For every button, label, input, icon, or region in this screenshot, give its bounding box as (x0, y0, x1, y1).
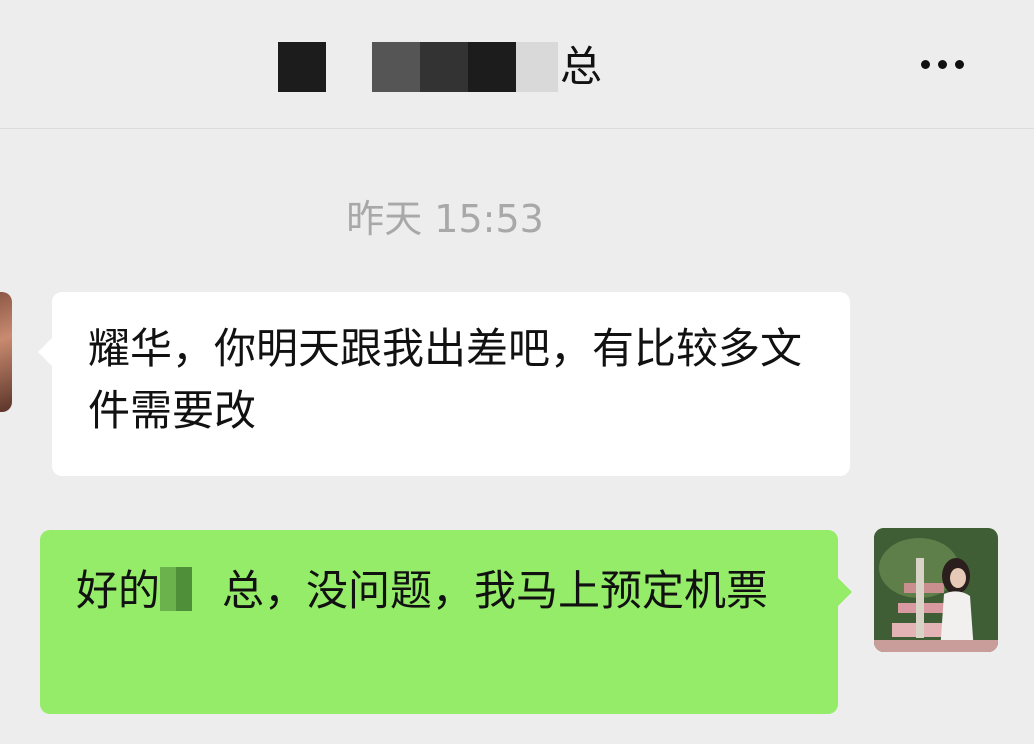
outgoing-message-text-end: 总，没问题，我马上预定机票 (222, 566, 769, 615)
outgoing-message-bubble[interactable]: 好的 总，没问题，我马上预定机票 (40, 530, 852, 714)
contact-avatar[interactable] (0, 292, 12, 412)
redacted-name-block (278, 42, 326, 92)
redacted-name-block (516, 42, 558, 92)
more-dots-icon[interactable] (912, 44, 972, 84)
chat-title-suffix: 总 (560, 42, 603, 91)
redacted-name-block (420, 42, 468, 92)
outgoing-message-text-start: 好的 (76, 566, 161, 615)
chat-header: 总 (0, 0, 1034, 129)
avatar-photo-icon (874, 528, 998, 652)
chat-title: 总 (278, 40, 602, 94)
incoming-message-text: 耀华，你明天跟我出差吧，有比较多文件需要改 (88, 324, 803, 435)
redacted-mosaic (160, 567, 193, 611)
incoming-message-bubble[interactable]: 耀华，你明天跟我出差吧，有比较多文件需要改 (38, 292, 850, 476)
message-timestamp: 昨天 15:53 (346, 197, 544, 241)
user-avatar[interactable] (874, 528, 998, 652)
redacted-name-block (372, 42, 420, 92)
redacted-name-block (468, 42, 516, 92)
